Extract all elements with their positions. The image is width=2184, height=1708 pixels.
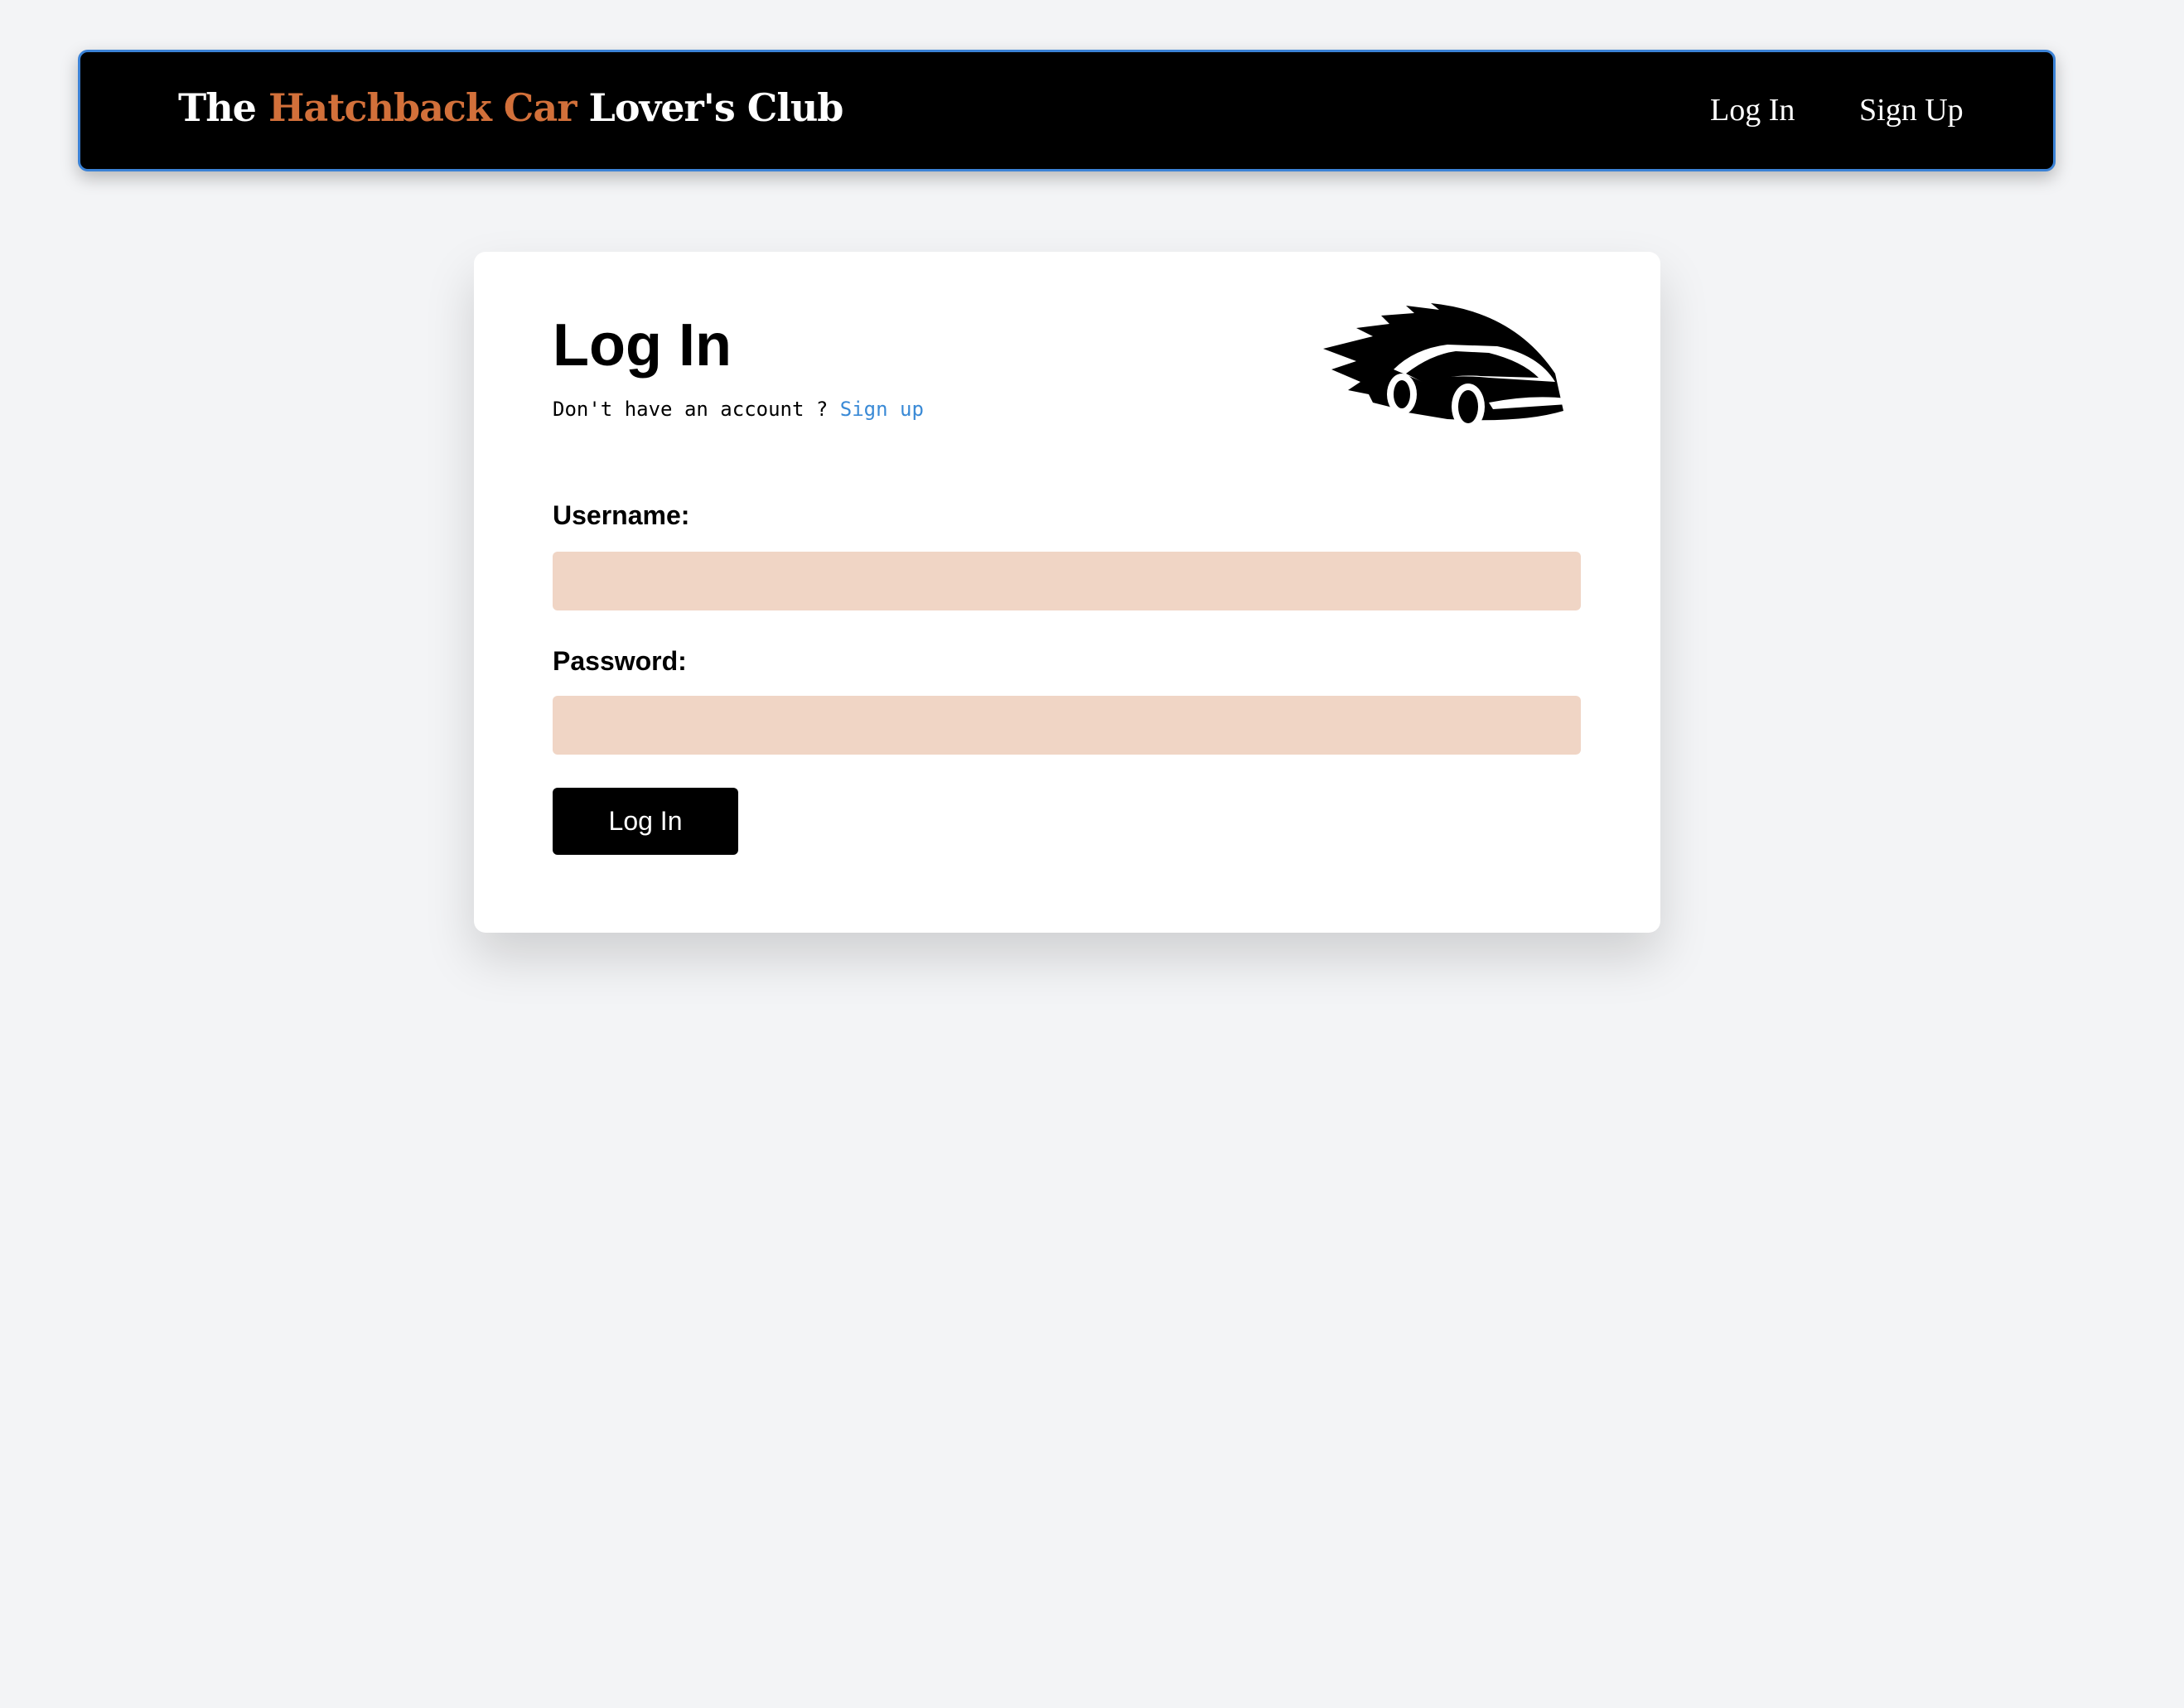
signup-link[interactable]: Sign up (840, 398, 924, 421)
signup-prompt: Don't have an account ? Sign up (553, 398, 924, 421)
speeding-car-icon (1323, 303, 1568, 430)
password-label: Password: (553, 646, 687, 676)
username-label: Username: (553, 500, 690, 530)
nav-signup-link[interactable]: Sign Up (1859, 92, 1964, 128)
brand-highlight: Hatchback Car (268, 85, 577, 130)
brand-pre: The (178, 85, 268, 130)
nav-login-link[interactable]: Log In (1710, 92, 1795, 128)
password-input[interactable] (553, 696, 1581, 755)
brand-post: Lover's Club (576, 85, 843, 130)
signup-prompt-text: Don't have an account ? (553, 398, 840, 421)
brand-title[interactable]: The Hatchback Car Lover's Club (178, 85, 843, 130)
login-submit-button[interactable]: Log In (553, 788, 738, 855)
page-title: Log In (553, 312, 732, 379)
navbar: The Hatchback Car Lover's Club Log In Si… (78, 50, 2056, 171)
login-card: Log In Don't have an account ? Sign up U… (474, 252, 1660, 933)
username-input[interactable] (553, 552, 1581, 610)
